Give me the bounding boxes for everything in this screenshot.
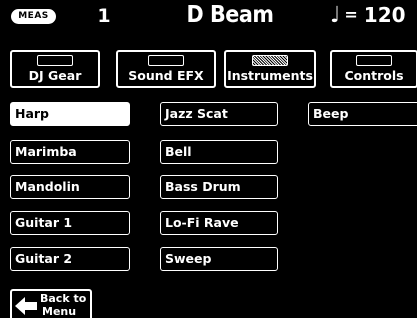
instrument-marimba[interactable]: Marimba bbox=[10, 140, 130, 164]
back-to-menu-button[interactable]: Back to Menu bbox=[10, 289, 92, 318]
quarter-note-icon: ♩ bbox=[330, 3, 341, 28]
instrument-lo-fi-rave[interactable]: Lo-Fi Rave bbox=[160, 211, 278, 235]
d-beam-screen: MEAS 1 D Beam ♩ = 120 DJ Gear Sound EFX In… bbox=[0, 0, 417, 318]
instrument-guitar-1[interactable]: Guitar 1 bbox=[10, 211, 130, 235]
tab-indicator bbox=[148, 55, 184, 66]
measure-label: MEAS bbox=[11, 9, 56, 24]
tab-controls[interactable]: Controls bbox=[330, 50, 417, 88]
tempo-equals: = bbox=[344, 5, 358, 24]
instrument-beep[interactable]: Beep bbox=[308, 102, 417, 126]
instrument-sweep[interactable]: Sweep bbox=[160, 247, 278, 271]
tab-instruments[interactable]: Instruments bbox=[224, 50, 316, 88]
instrument-mandolin[interactable]: Mandolin bbox=[10, 175, 130, 199]
instrument-guitar-2[interactable]: Guitar 2 bbox=[10, 247, 130, 271]
tab-indicator bbox=[37, 55, 73, 66]
tab-indicator-active bbox=[252, 55, 288, 66]
back-label-line2: Menu bbox=[42, 305, 77, 318]
tab-label: Controls bbox=[344, 68, 404, 83]
instrument-bell[interactable]: Bell bbox=[160, 140, 278, 164]
tab-label: DJ Gear bbox=[28, 68, 82, 83]
back-label-line1: Back to bbox=[40, 292, 87, 305]
tab-dj-gear[interactable]: DJ Gear bbox=[10, 50, 100, 88]
tempo-display: ♩ = 120 bbox=[330, 0, 406, 31]
measure-number: 1 bbox=[97, 5, 111, 27]
instrument-harp[interactable]: Harp bbox=[10, 102, 130, 126]
tempo-value: 120 bbox=[363, 3, 406, 27]
arrow-left-icon bbox=[15, 297, 37, 315]
tab-label: Instruments bbox=[227, 68, 313, 83]
instrument-bass-drum[interactable]: Bass Drum bbox=[160, 175, 278, 199]
instrument-jazz-scat[interactable]: Jazz Scat bbox=[160, 102, 278, 126]
page-title: D Beam bbox=[186, 2, 274, 28]
tab-label: Sound EFX bbox=[128, 68, 204, 83]
tab-indicator bbox=[356, 55, 392, 66]
tab-sound-efx[interactable]: Sound EFX bbox=[116, 50, 216, 88]
